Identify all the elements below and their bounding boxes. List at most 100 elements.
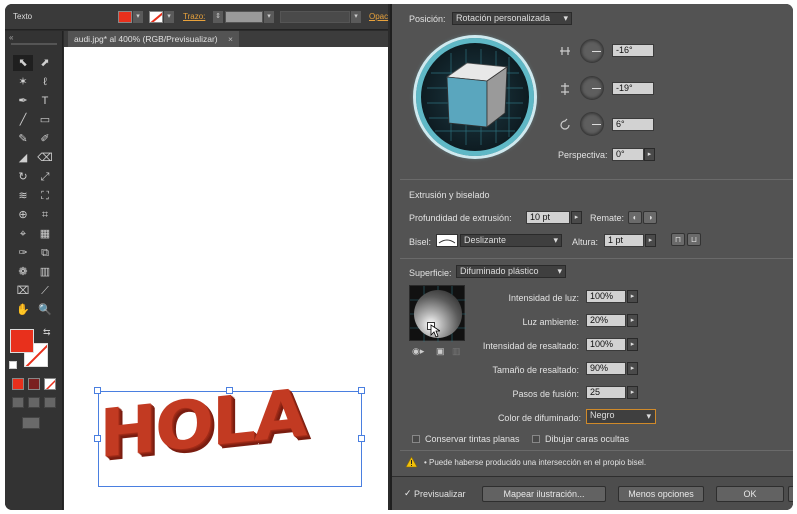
ok-button[interactable]: OK: [716, 486, 784, 502]
perspective-grid-tool-icon[interactable]: ⌗: [35, 207, 55, 223]
cap-on-button[interactable]: ◐: [628, 211, 642, 224]
gradient-mode-button[interactable]: [28, 378, 40, 390]
perspective-label: Perspectiva:: [558, 150, 608, 160]
stroke-label[interactable]: Trazo:: [183, 12, 205, 21]
column-graph-tool-icon[interactable]: ▥: [35, 264, 55, 280]
warp-tool-icon[interactable]: ≋: [13, 188, 33, 204]
magic-wand-tool-icon[interactable]: ✶: [13, 74, 33, 90]
color-mode-button[interactable]: [12, 378, 24, 390]
artboard-tool-icon[interactable]: ⌧: [13, 283, 33, 299]
move-light-back-icon[interactable]: ◉▸: [412, 346, 424, 357]
profile-dropdown[interactable]: ▾: [351, 11, 361, 23]
default-colors-icon[interactable]: [9, 361, 17, 369]
rotate-z-field[interactable]: 6°: [612, 118, 654, 131]
shading-color-dropdown[interactable]: Negro ▾: [586, 409, 656, 424]
fill-dropdown[interactable]: ▾: [133, 11, 143, 23]
highlight-intensity-field[interactable]: 100%: [586, 338, 626, 351]
rectangle-tool-icon[interactable]: ▭: [35, 112, 55, 128]
symbol-sprayer-tool-icon[interactable]: ❁: [13, 264, 33, 280]
perspective-field[interactable]: 0°: [612, 148, 644, 161]
cap-off-button[interactable]: ◑: [643, 211, 657, 224]
ambient-light-field[interactable]: 20%: [586, 314, 626, 327]
stroke-swatch[interactable]: [149, 11, 163, 23]
close-tab-icon[interactable]: ×: [228, 34, 233, 44]
document-tab[interactable]: audi.jpg* al 400% (RGB/Previsualizar) ×: [68, 31, 239, 47]
blend-steps-label: Pasos de fusión:: [512, 389, 579, 399]
stroke-weight-stepper[interactable]: ⇕: [213, 11, 223, 23]
highlight-size-slider-button[interactable]: ▸: [627, 362, 638, 375]
rotate-y-dial[interactable]: [580, 76, 604, 100]
cancel-button-partial[interactable]: [788, 486, 793, 502]
type-tool-icon[interactable]: T: [35, 93, 55, 109]
paintbrush-tool-icon[interactable]: ✎: [13, 131, 33, 147]
highlight-intensity-slider-button[interactable]: ▸: [627, 338, 638, 351]
bevel-extent-in-button[interactable]: ⊓: [671, 233, 685, 246]
blob-brush-tool-icon[interactable]: ◢: [13, 150, 33, 166]
blend-tool-icon[interactable]: ⧉: [35, 245, 55, 261]
hand-tool-icon[interactable]: ✋: [13, 302, 33, 318]
selection-tool-icon[interactable]: ⬉: [13, 55, 33, 71]
draw-behind-icon[interactable]: [28, 397, 40, 408]
artboard-canvas[interactable]: HOLA HOLA: [64, 47, 388, 510]
scale-tool-icon[interactable]: ⤢: [35, 169, 55, 185]
collapse-icon[interactable]: «: [9, 33, 13, 42]
draw-hidden-faces-checkbox[interactable]: [532, 435, 540, 443]
line-tool-icon[interactable]: ╱: [13, 112, 33, 128]
highlight-size-field[interactable]: 90%: [586, 362, 626, 375]
lasso-tool-icon[interactable]: ℓ: [35, 74, 55, 90]
stroke-weight-dropdown[interactable]: ▾: [264, 11, 274, 23]
slice-tool-icon[interactable]: ⟋: [35, 283, 55, 299]
new-light-icon[interactable]: ▣: [436, 346, 445, 357]
bevel-dropdown[interactable]: Deslizante ▾: [460, 234, 562, 247]
none-mode-button[interactable]: [44, 378, 56, 390]
draw-inside-icon[interactable]: [44, 397, 56, 408]
bevel-height-slider-button[interactable]: ▸: [645, 234, 656, 247]
extrude-depth-field[interactable]: 10 pt: [526, 211, 570, 224]
stroke-weight-field[interactable]: [225, 11, 263, 23]
eraser-tool-icon[interactable]: ⌫: [35, 150, 55, 166]
blend-steps-field[interactable]: 25: [586, 386, 626, 399]
free-transform-tool-icon[interactable]: ⛶: [35, 188, 55, 204]
rotate-z-dial[interactable]: [580, 112, 604, 136]
fewer-options-button[interactable]: Menos opciones: [618, 486, 704, 502]
direct-selection-tool-icon[interactable]: ⬈: [35, 55, 55, 71]
resize-handle[interactable]: [358, 387, 365, 394]
light-intensity-field[interactable]: 100%: [586, 290, 626, 303]
fill-color-front[interactable]: [10, 329, 34, 353]
pencil-tool-icon[interactable]: ✐: [35, 131, 55, 147]
preview-checkmark-icon[interactable]: ✓: [404, 488, 412, 499]
ambient-light-slider-button[interactable]: ▸: [627, 314, 638, 327]
map-art-button[interactable]: Mapear ilustración...: [482, 486, 606, 502]
perspective-slider-button[interactable]: ▸: [644, 148, 655, 161]
resize-handle[interactable]: [94, 387, 101, 394]
rotate-tool-icon[interactable]: ↻: [13, 169, 33, 185]
blend-steps-slider-button[interactable]: ▸: [627, 386, 638, 399]
extrude-depth-slider-button[interactable]: ▸: [571, 211, 582, 224]
draw-normal-icon[interactable]: [12, 397, 24, 408]
bevel-height-field[interactable]: 1 pt: [604, 234, 644, 247]
position-dropdown[interactable]: Rotación personalizada ▾: [452, 12, 572, 25]
rotate-y-field[interactable]: -19°: [612, 82, 654, 95]
eyedropper-tool-icon[interactable]: ✑: [13, 245, 33, 261]
pen-tool-icon[interactable]: ✒: [13, 93, 33, 109]
mesh-tool-icon[interactable]: ⌖: [13, 226, 33, 242]
light-intensity-slider-button[interactable]: ▸: [627, 290, 638, 303]
screen-mode-icon[interactable]: [22, 417, 40, 429]
delete-light-icon[interactable]: ▥: [452, 346, 461, 357]
gradient-tool-icon[interactable]: ▦: [35, 226, 55, 242]
fill-swatch[interactable]: [118, 11, 132, 23]
swap-colors-icon[interactable]: ⇆: [43, 327, 51, 338]
variable-width-profile[interactable]: [280, 11, 350, 23]
rotation-trackball[interactable]: [416, 38, 534, 156]
preview-label[interactable]: Previsualizar: [414, 489, 466, 499]
preserve-spot-checkbox[interactable]: [412, 435, 420, 443]
zoom-tool-icon[interactable]: 🔍: [35, 302, 55, 318]
stroke-dropdown[interactable]: ▾: [164, 11, 174, 23]
resize-handle[interactable]: [358, 435, 365, 442]
opacity-label[interactable]: Opac: [369, 12, 388, 21]
bevel-extent-out-button[interactable]: ⊔: [687, 233, 701, 246]
shape-builder-tool-icon[interactable]: ⊕: [13, 207, 33, 223]
rotate-x-dial[interactable]: [580, 39, 604, 63]
rotate-x-field[interactable]: -16°: [612, 44, 654, 57]
surface-dropdown[interactable]: Difuminado plástico ▾: [456, 265, 566, 278]
